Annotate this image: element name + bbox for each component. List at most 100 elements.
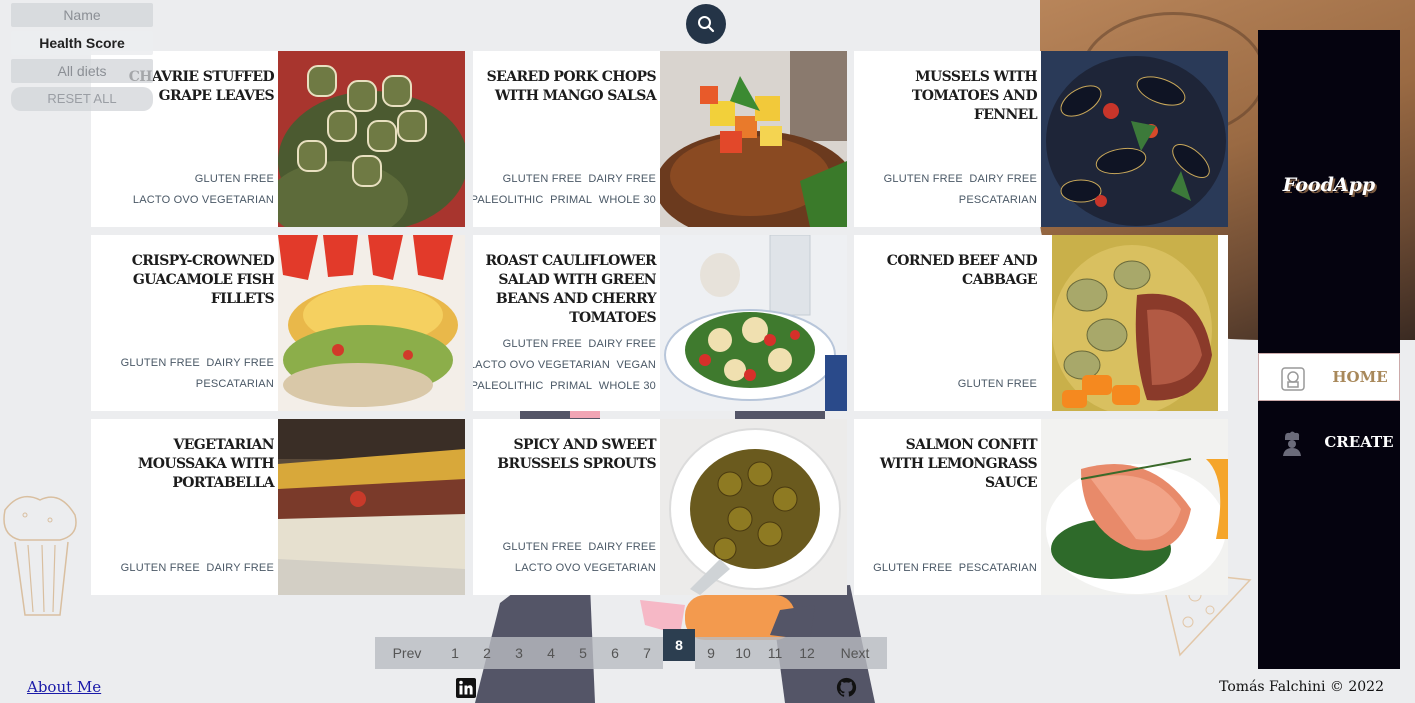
- pagination-page[interactable]: 11: [759, 637, 791, 669]
- diet-tag: DAIRY FREE: [588, 173, 656, 185]
- recipe-card[interactable]: SPICY AND SWEET BRUSSELS SPROUTS GLUTEN …: [473, 419, 847, 595]
- search-icon: [698, 16, 715, 33]
- diet-tag: PALEOLITHIC: [473, 380, 544, 392]
- diet-tag: PESCATARIAN: [958, 562, 1037, 574]
- recipe-card[interactable]: SEARED PORK CHOPS WITH MANGO SALSA GLUTE…: [473, 51, 847, 227]
- diet-tag: GLUTEN FREE: [502, 173, 582, 185]
- recipe-title: VEGETARIAN MOUSSAKA WITH PORTABELLA: [137, 437, 275, 491]
- recipe-card[interactable]: VEGETARIAN MOUSSAKA WITH PORTABELLA GLUT…: [91, 419, 465, 595]
- pagination-page[interactable]: 10: [727, 637, 759, 669]
- pagination-page-current[interactable]: 8: [663, 629, 695, 661]
- diet-tag: LACTO OVO VEGETARIAN: [132, 194, 274, 206]
- recipe-diets: GLUTEN FREE PESCATARIAN: [854, 558, 1037, 579]
- pagination-page[interactable]: 12: [791, 637, 823, 669]
- pagination-page[interactable]: 1: [439, 637, 471, 669]
- recipe-photo: [660, 235, 847, 411]
- recipe-info: CORNED BEEF AND CABBAGE GLUTEN FREE: [854, 235, 1041, 411]
- recipe-card[interactable]: SALMON CONFIT WITH LEMONGRASS SAUCE GLUT…: [854, 419, 1228, 595]
- sidebar: FoodApp HOME CREATE: [1258, 30, 1400, 669]
- sort-health-score-button[interactable]: Health Score: [11, 31, 153, 55]
- diet-filter-select[interactable]: All diets: [11, 59, 153, 83]
- recipe-photo: [660, 419, 847, 595]
- nav-home-label: HOME: [1332, 368, 1388, 386]
- diet-tag: DAIRY FREE: [588, 338, 656, 350]
- diet-tag: DAIRY FREE: [206, 357, 274, 369]
- diet-tag: WHOLE 30: [598, 194, 656, 206]
- diet-tag: PRIMAL: [550, 380, 593, 392]
- recipe-title: ROAST CAULIFLOWER SALAD WITH GREEN BEANS…: [485, 253, 656, 326]
- recipe-diets: GLUTEN FREE LACTO OVO VEGETARIAN: [91, 169, 274, 211]
- diet-tag: GLUTEN FREE: [194, 173, 274, 185]
- diet-tag: PESCATARIAN: [958, 194, 1037, 206]
- recipe-info: CRISPY-CROWNED GUACAMOLE FISH FILLETS GL…: [91, 235, 278, 411]
- nav-create-label: CREATE: [1324, 433, 1394, 451]
- diet-tag: GLUTEN FREE: [883, 173, 963, 185]
- recipe-info: SALMON CONFIT WITH LEMONGRASS SAUCE GLUT…: [854, 419, 1041, 595]
- nav-create[interactable]: CREATE: [1258, 418, 1400, 466]
- nav-home[interactable]: HOME: [1258, 353, 1400, 401]
- recipe-card[interactable]: ROAST CAULIFLOWER SALAD WITH GREEN BEANS…: [473, 235, 847, 411]
- diet-tag: VEGAN: [616, 359, 656, 371]
- recipe-info: ROAST CAULIFLOWER SALAD WITH GREEN BEANS…: [473, 235, 660, 411]
- pagination-page[interactable]: 5: [567, 637, 599, 669]
- recipe-info: SEARED PORK CHOPS WITH MANGO SALSA GLUTE…: [473, 51, 660, 227]
- diet-tag: GLUTEN FREE: [120, 562, 200, 574]
- pagination: Prev 1 2 3 4 5 6 7 8 9 10 11 12 Next: [375, 629, 887, 669]
- pagination-page[interactable]: 2: [471, 637, 503, 669]
- recipe-photo: [278, 235, 465, 411]
- diet-tag: GLUTEN FREE: [873, 562, 953, 574]
- filter-panel: Name Health Score All diets RESET ALL: [11, 3, 153, 111]
- pagination-next[interactable]: Next: [823, 637, 887, 669]
- diet-tag: PRIMAL: [550, 194, 593, 206]
- pagination-prev[interactable]: Prev: [375, 637, 439, 669]
- chef-icon: [1283, 431, 1301, 456]
- chef-hat-icon: [1281, 367, 1305, 391]
- recipe-diets: GLUTEN FREE DAIRY FREE: [91, 558, 274, 579]
- diet-tag: WHOLE 30: [598, 380, 656, 392]
- diet-tag: GLUTEN FREE: [120, 357, 200, 369]
- github-icon[interactable]: [836, 677, 857, 698]
- recipe-card[interactable]: CORNED BEEF AND CABBAGE GLUTEN FREE: [854, 235, 1228, 411]
- recipe-photo: [1041, 51, 1228, 227]
- diet-tag: DAIRY FREE: [969, 173, 1037, 185]
- diet-tag: LACTO OVO VEGETARIAN: [514, 562, 656, 574]
- reset-all-button[interactable]: RESET ALL: [11, 87, 153, 111]
- linkedin-icon[interactable]: [456, 678, 476, 698]
- diet-tag: PALEOLITHIC: [473, 194, 544, 206]
- copyright-text: Tomás Falchini © 2022: [1219, 679, 1384, 695]
- recipe-info: VEGETARIAN MOUSSAKA WITH PORTABELLA GLUT…: [91, 419, 278, 595]
- recipe-diets: GLUTEN FREE DAIRY FREE LACTO OVO VEGETAR…: [473, 334, 656, 397]
- recipe-photo: [278, 419, 465, 595]
- pagination-page[interactable]: 9: [695, 637, 727, 669]
- recipe-title: SEARED PORK CHOPS WITH MANGO SALSA: [486, 69, 657, 104]
- recipe-title: SPICY AND SWEET BRUSSELS SPROUTS: [497, 437, 656, 472]
- recipe-card[interactable]: CRISPY-CROWNED GUACAMOLE FISH FILLETS GL…: [91, 235, 465, 411]
- diet-tag: DAIRY FREE: [588, 541, 656, 553]
- muffin-illustration: [3, 495, 77, 616]
- recipe-photo: [1052, 235, 1218, 411]
- recipe-photo: [1041, 419, 1228, 595]
- search-button[interactable]: [686, 4, 726, 44]
- recipe-info: MUSSELS WITH TOMATOES AND FENNEL GLUTEN …: [854, 51, 1041, 227]
- diet-tag: GLUTEN FREE: [502, 338, 582, 350]
- sort-name-button[interactable]: Name: [11, 3, 153, 27]
- pagination-page[interactable]: 3: [503, 637, 535, 669]
- pagination-page[interactable]: 6: [599, 637, 631, 669]
- recipe-diets: GLUTEN FREE: [854, 374, 1037, 395]
- recipe-title: CRISPY-CROWNED GUACAMOLE FISH FILLETS: [131, 253, 275, 307]
- diet-tag: LACTO OVO VEGETARIAN: [473, 359, 610, 371]
- about-me-link[interactable]: About Me: [27, 678, 101, 696]
- recipe-diets: GLUTEN FREE DAIRY FREE PESCATARIAN: [91, 353, 274, 395]
- diet-tag: PESCATARIAN: [195, 378, 274, 390]
- diet-tag: DAIRY FREE: [206, 562, 274, 574]
- recipe-card[interactable]: MUSSELS WITH TOMATOES AND FENNEL GLUTEN …: [854, 51, 1228, 227]
- diet-tag: GLUTEN FREE: [957, 378, 1037, 390]
- app-logo[interactable]: FoodApp: [1258, 174, 1400, 196]
- pagination-page[interactable]: 4: [535, 637, 567, 669]
- recipe-diets: GLUTEN FREE DAIRY FREE PALEOLITHIC PRIMA…: [473, 169, 656, 211]
- recipe-diets: GLUTEN FREE DAIRY FREE PESCATARIAN: [854, 169, 1037, 211]
- recipe-photo: [278, 51, 465, 227]
- recipe-info: SPICY AND SWEET BRUSSELS SPROUTS GLUTEN …: [473, 419, 660, 595]
- recipe-title: MUSSELS WITH TOMATOES AND FENNEL: [911, 69, 1038, 123]
- pagination-page[interactable]: 7: [631, 637, 663, 669]
